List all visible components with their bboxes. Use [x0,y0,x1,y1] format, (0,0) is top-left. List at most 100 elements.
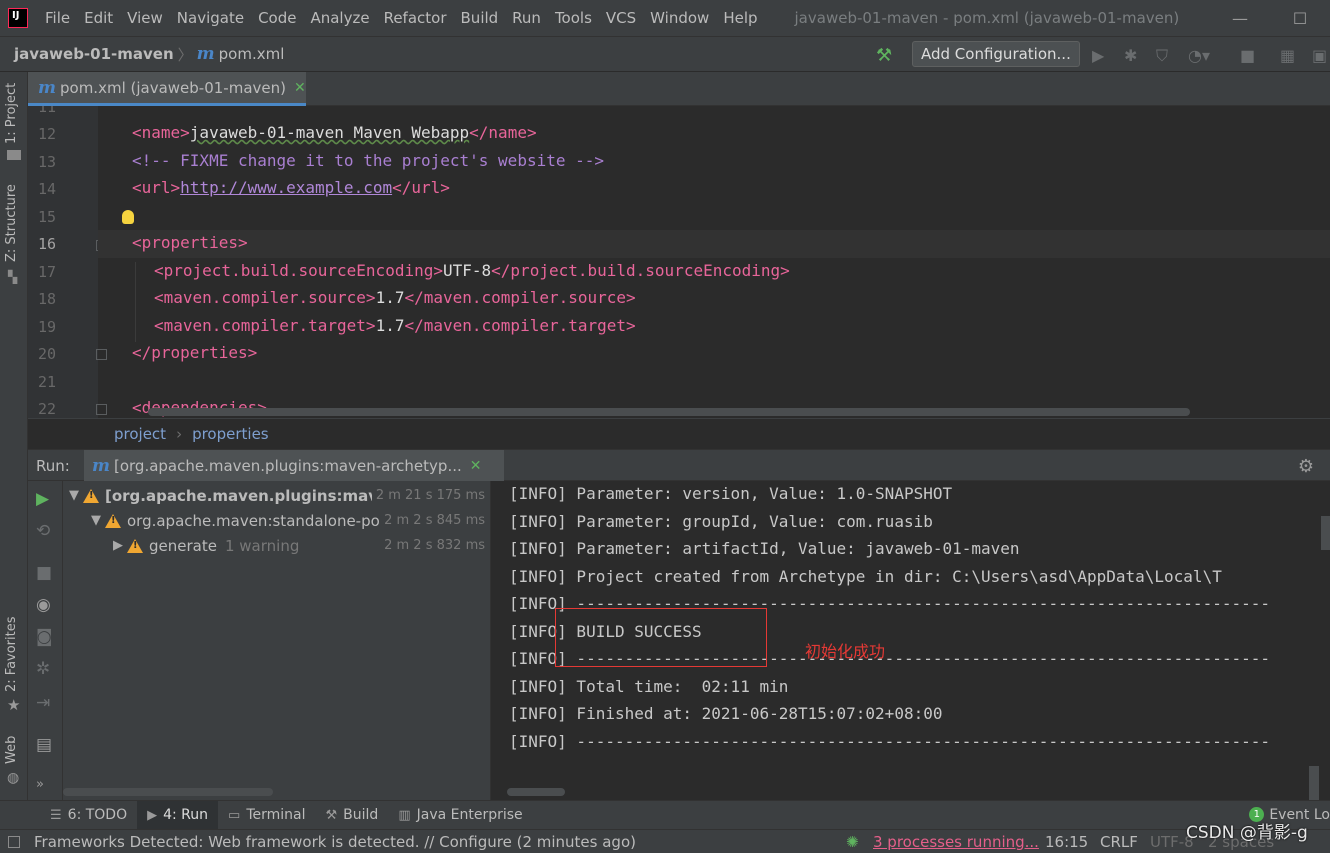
project-tool-tab[interactable]: 1: Project [4,83,19,144]
menu-file[interactable]: File [38,0,77,36]
menu-vcs[interactable]: VCS [599,0,643,36]
maximize-icon[interactable]: ☐ [1270,9,1330,28]
expand-more-icon[interactable]: » [36,777,44,792]
annotation-text: 初始化成功 [805,642,886,661]
collapse-caret-icon[interactable]: ▶ [109,538,127,553]
tool-tab-terminal[interactable]: ▭ Terminal [218,801,315,830]
tool-window-toggle-icon[interactable] [8,836,20,848]
tree-node-label: [org.apache.maven.plugins:maven [105,486,399,505]
line-number: 18 [37,290,56,308]
sdk-icon[interactable]: ▣ [1312,46,1327,65]
breadcrumb-properties[interactable]: properties [192,425,269,443]
close-icon[interactable]: ✕ [470,458,482,474]
tree-node-generate[interactable]: ▶ generate 1 warning 2 m 2 s 832 ms [63,533,490,558]
build-hammer-icon[interactable]: ⚒ [876,45,892,66]
menu-navigate[interactable]: Navigate [170,0,251,36]
bottom-tool-tabs: ☰ 6: TODO ▶ 4: Run ▭ Terminal ⚒ Build ▥ … [0,800,1330,830]
run-tab-archetype[interactable]: m [org.apache.maven.plugins:maven-archet… [84,450,504,482]
rerun-failed-icon[interactable]: ⟲ [36,521,50,541]
menu-code[interactable]: Code [251,0,303,36]
editor-horizontal-scrollbar[interactable] [148,408,1190,416]
fold-marker-icon[interactable] [96,349,107,360]
nav-separator: 〉 [177,45,193,64]
project-structure-icon[interactable]: ▦ [1280,46,1295,65]
xml-tag: <url> [132,178,181,197]
line-separator[interactable]: CRLF [1100,833,1138,851]
tree-node-archetype[interactable]: ▼ [org.apache.maven.plugins:maven 2 m 21… [63,483,490,508]
intellij-logo-icon: IJ [8,8,28,28]
coverage-icon[interactable]: ⛉ [1156,46,1168,66]
line-number: 22 [37,400,56,418]
stop-icon[interactable]: ■ [1240,46,1255,65]
nav-project[interactable]: javaweb-01-maven [14,45,174,63]
menu-tools[interactable]: Tools [548,0,599,36]
code-line-14: <url>http://www.example.com</url> [132,178,450,197]
csdn-watermark: CSDN @背影-g [1186,823,1308,843]
tool-tab-todo[interactable]: ☰ 6: TODO [40,801,137,830]
tool-tab-build[interactable]: ⚒ Build [316,801,389,830]
settings-gear-icon[interactable]: ✲ [36,659,50,679]
indent-guide [135,262,136,342]
star-icon: ★ [7,696,21,714]
run-toolbar: ▶ ⟲ ■ ◉ ◙ ✲ ⇥ ▤ » [28,481,63,800]
xml-tag: <name> [132,123,190,142]
code-line-19: <maven.compiler.target>1.7</maven.compil… [154,316,636,335]
menu-help[interactable]: Help [716,0,764,36]
menu-run[interactable]: Run [505,0,548,36]
console-line: [INFO] Total time: 02:11 min [509,677,789,696]
url-link[interactable]: http://www.example.com [180,178,392,197]
xml-text: 1.7 [375,316,405,335]
nav-file[interactable]: pom.xml [219,45,285,63]
run-console[interactable]: [INFO] Parameter: version, Value: 1.0-SN… [490,481,1330,800]
fold-marker-icon[interactable] [96,404,107,415]
xml-text: javaweb-01-maven Maven Webapp [189,123,470,142]
tree-horizontal-scrollbar[interactable] [63,788,273,796]
stop-icon[interactable]: ■ [36,563,52,583]
line-number: 12 [37,125,56,143]
line-number: 19 [37,318,56,336]
expand-caret-icon[interactable]: ▼ [65,488,83,503]
structure-tool-tab[interactable]: Z: Structure [4,184,19,262]
editor-tab-pom[interactable]: m pom.xml (javaweb-01-maven) ✕ [28,72,306,106]
rerun-icon[interactable]: ▶ [36,489,49,509]
expand-caret-icon[interactable]: ▼ [87,513,105,528]
tool-tab-run[interactable]: ▶ 4: Run [137,800,219,830]
globe-icon: ◍ [7,770,20,786]
run-icon[interactable]: ▶ [1092,46,1104,65]
console-vertical-scrollbar[interactable] [1309,766,1319,800]
menu-edit[interactable]: Edit [77,0,120,36]
status-message[interactable]: Frameworks Detected: Web framework is de… [34,833,636,851]
profile-icon[interactable]: ◔▾ [1188,46,1210,65]
caret-position[interactable]: 16:15 [1045,833,1088,851]
menu-view[interactable]: View [120,0,170,36]
tree-node-standalone[interactable]: ▼ org.apache.maven:standalone-por 2 m 2 … [63,508,490,533]
tree-node-label: generate [149,536,217,555]
debug-icon[interactable]: ✱ [1124,46,1137,65]
layout-icon[interactable]: ▤ [36,735,52,755]
favorites-tool-tab[interactable]: 2: Favorites [4,616,19,692]
camera-icon[interactable]: ◙ [36,627,53,647]
progress-spinner-icon: ✺ [846,833,859,851]
lightbulb-icon[interactable] [122,210,134,224]
eye-icon[interactable]: ◉ [36,595,51,615]
menu-analyze[interactable]: Analyze [303,0,376,36]
close-icon[interactable]: ✕ [294,80,306,96]
xml-tag: <project.build.sourceEncoding> [154,261,443,280]
console-scroll-thumb[interactable] [1321,516,1330,550]
breadcrumb-project[interactable]: project [114,425,166,443]
minimize-icon[interactable]: — [1210,9,1270,28]
menu-window[interactable]: Window [643,0,716,36]
console-horizontal-scrollbar[interactable] [507,788,565,796]
gear-icon[interactable]: ⚙ [1298,456,1314,477]
export-icon[interactable]: ⇥ [36,693,50,713]
status-bar: Frameworks Detected: Web framework is de… [0,829,1330,853]
menu-build[interactable]: Build [454,0,506,36]
run-tab-label: [org.apache.maven.plugins:maven-archetyp… [114,457,462,475]
tool-tab-java-enterprise[interactable]: ▥ Java Enterprise [388,801,532,830]
menu-refactor[interactable]: Refactor [377,0,454,36]
add-configuration-button[interactable]: Add Configuration... [912,41,1080,67]
code-editor[interactable]: 11 12 13 14 15 16 17 18 19 20 21 22 <nam… [28,106,1330,418]
web-tool-tab[interactable]: Web [4,736,19,764]
background-processes-link[interactable]: 3 processes running... [873,833,1039,851]
tree-node-time: 2 m 2 s 832 ms [380,538,485,553]
